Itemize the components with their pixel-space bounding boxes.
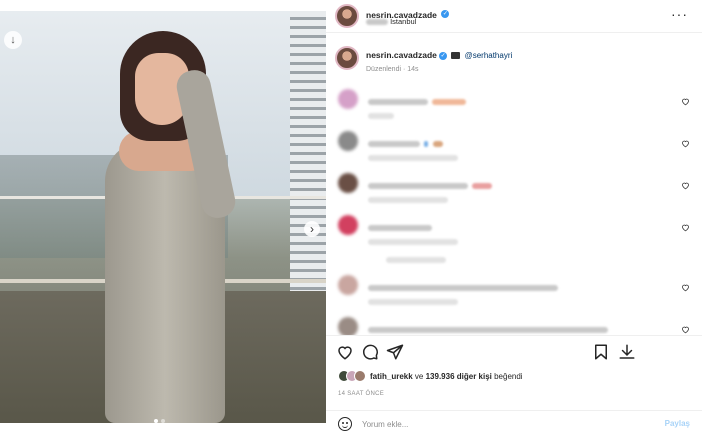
comment-meta (368, 191, 448, 209)
caption-avatar[interactable] (335, 46, 359, 70)
carousel-dot (161, 419, 165, 423)
heart-icon[interactable] (681, 97, 690, 106)
send-icon[interactable] (386, 343, 404, 361)
likes-others[interactable]: 139.936 diğer kişi (426, 372, 492, 381)
comment-item (326, 169, 702, 211)
comment-meta (368, 107, 394, 125)
comment-input[interactable] (362, 417, 622, 431)
likes-connector: ve (414, 371, 424, 381)
photo-subject (95, 31, 245, 423)
heart-icon[interactable] (681, 223, 690, 232)
post-comment-button[interactable]: Paylaş (665, 419, 690, 428)
camera-icon (451, 52, 461, 60)
avatar[interactable] (335, 4, 359, 28)
carousel-next-button[interactable]: › (304, 221, 320, 237)
comment-meta (368, 149, 458, 167)
post-time[interactable]: 14 SAAT ÖNCE (338, 391, 384, 397)
comment-icon[interactable] (361, 343, 379, 361)
comment-box: Paylaş (326, 410, 702, 435)
post-header: nesrin.cavadzade ✓ İstanbul ··· (326, 0, 702, 33)
location-blur (366, 19, 388, 26)
caption: nesrin.cavadzade ✓ @serhathayri Düzenlen… (326, 42, 702, 80)
heart-icon[interactable] (681, 181, 690, 190)
comment-item (326, 85, 702, 127)
comment-item (326, 127, 702, 169)
comment-avatar[interactable] (338, 89, 358, 109)
comment-meta (368, 293, 458, 311)
comment-item (326, 313, 702, 335)
caption-mention[interactable]: @serhathayri (465, 51, 513, 60)
location-label[interactable]: İstanbul (390, 17, 416, 26)
location: İstanbul (366, 17, 416, 26)
comment-meta (368, 233, 458, 251)
likes-line: fatih_urekk ve 139.936 diğer kişi beğend… (338, 370, 523, 382)
comment-avatar[interactable] (338, 173, 358, 193)
download-icon[interactable]: ↓ (4, 31, 22, 49)
comment-avatar[interactable] (338, 317, 358, 335)
comment-avatar[interactable] (338, 131, 358, 151)
action-bar (326, 343, 702, 363)
heart-icon[interactable] (681, 139, 690, 148)
likes-suffix: beğendi (494, 371, 523, 381)
caption-line: nesrin.cavadzade ✓ @serhathayri (366, 50, 512, 60)
carousel-dot-active (154, 419, 158, 423)
comment-item (326, 271, 702, 313)
liker-avatars (338, 370, 366, 382)
comment-list (326, 85, 702, 335)
post-panel: nesrin.cavadzade ✓ İstanbul ··· nesrin.c… (326, 0, 702, 435)
emoji-icon[interactable] (338, 417, 352, 431)
liker-avatar (354, 370, 366, 382)
verified-icon: ✓ (439, 51, 448, 60)
caption-edited: Düzenlendi · 14s (366, 66, 419, 73)
comment-item (326, 211, 702, 271)
caption-username[interactable]: nesrin.cavadzade (366, 50, 437, 60)
bookmark-icon[interactable] (592, 343, 610, 361)
more-dots-icon[interactable]: ··· (671, 6, 688, 22)
liker-username[interactable]: fatih_urekk (370, 372, 413, 381)
divider (326, 335, 702, 336)
comment-replies[interactable] (386, 251, 446, 269)
comment-text (368, 321, 608, 335)
carousel-dots (154, 419, 165, 423)
comment-avatar[interactable] (338, 215, 358, 235)
verified-icon: ✓ (441, 9, 450, 18)
post-photo[interactable]: ↓ › (0, 11, 326, 423)
heart-icon[interactable] (681, 325, 690, 334)
download-icon[interactable] (618, 343, 636, 361)
heart-icon[interactable] (681, 283, 690, 292)
comment-avatar[interactable] (338, 275, 358, 295)
heart-icon[interactable] (336, 343, 354, 361)
